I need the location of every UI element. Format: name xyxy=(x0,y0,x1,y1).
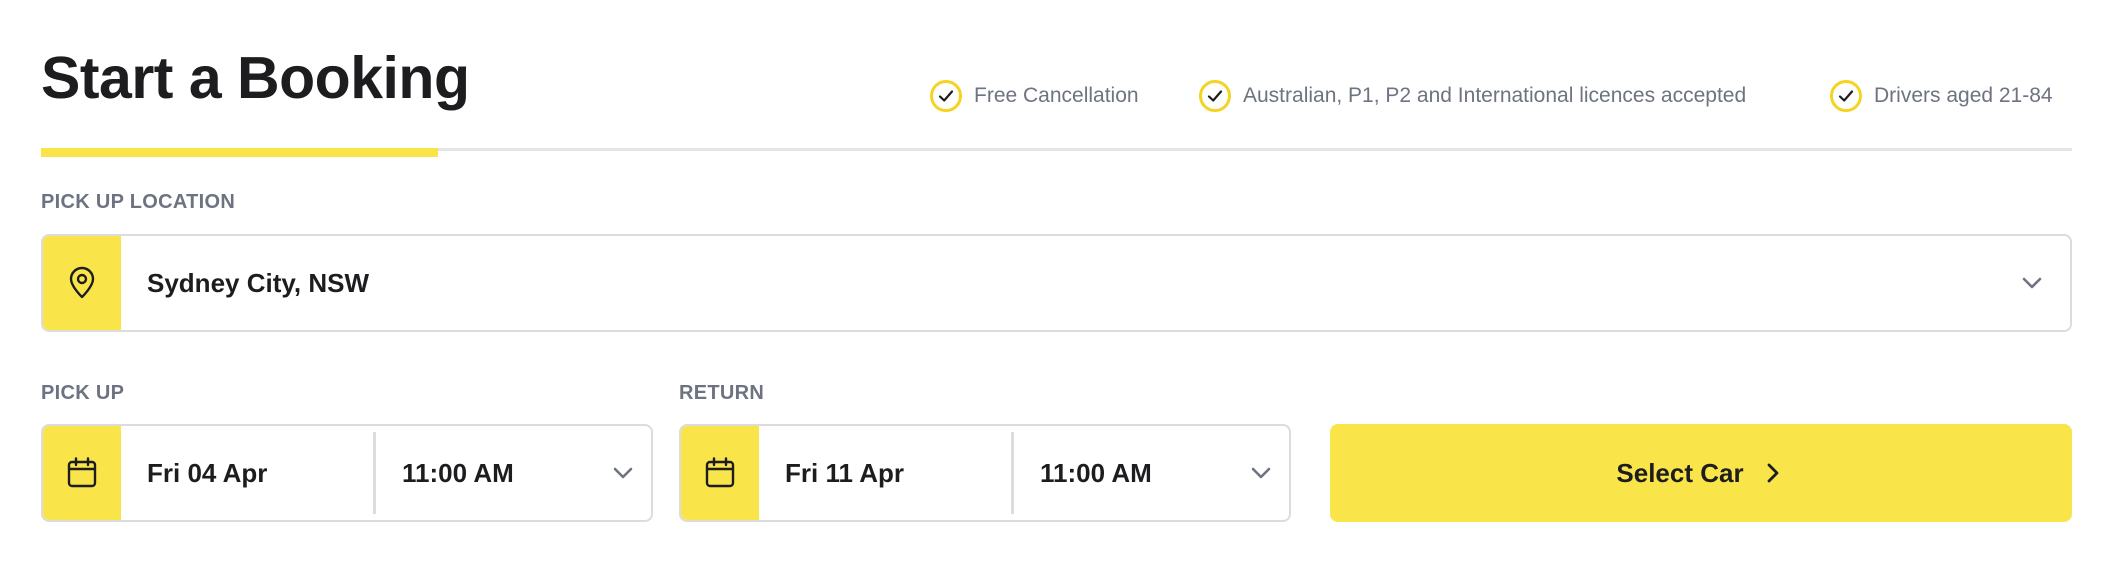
check-icon xyxy=(1199,80,1231,112)
check-icon xyxy=(1830,80,1862,112)
chevron-down-icon[interactable] xyxy=(1994,236,2070,330)
calendar-icon xyxy=(681,426,759,520)
chevron-down-icon[interactable] xyxy=(595,426,651,520)
feature-label: Drivers aged 21-84 xyxy=(1874,84,2053,107)
pickup-location-label: PICK UP LOCATION xyxy=(41,191,236,213)
pickup-location-value: Sydney City, NSW xyxy=(147,267,370,298)
chevron-down-icon[interactable] xyxy=(1233,426,1289,520)
check-icon xyxy=(930,80,962,112)
pickup-label: PICK UP xyxy=(41,382,125,404)
page-title: Start a Booking xyxy=(41,45,470,111)
pickup-date-input[interactable]: Fri 04 Apr xyxy=(121,426,373,520)
return-datetime-field: Fri 11 Apr 11:00 AM xyxy=(679,424,1291,522)
return-date-input[interactable]: Fri 11 Apr xyxy=(759,426,1011,520)
return-label: RETURN xyxy=(679,382,765,404)
feature-free-cancellation: Free Cancellation xyxy=(930,76,1139,116)
title-accent-underline xyxy=(41,148,438,157)
calendar-icon xyxy=(43,426,121,520)
return-time-select[interactable]: 11:00 AM xyxy=(1014,426,1233,520)
pickup-datetime-field: Fri 04 Apr 11:00 AM xyxy=(41,424,653,522)
feature-drivers-age: Drivers aged 21-84 xyxy=(1830,76,2053,116)
feature-licences: Australian, P1, P2 and International lic… xyxy=(1199,76,1746,116)
feature-label: Australian, P1, P2 and International lic… xyxy=(1243,84,1747,107)
pickup-location-select[interactable]: Sydney City, NSW xyxy=(41,234,2072,332)
chevron-right-icon xyxy=(1767,463,1778,483)
pickup-time-select[interactable]: 11:00 AM xyxy=(376,426,595,520)
map-pin-icon xyxy=(43,236,121,330)
select-car-button[interactable]: Select Car xyxy=(1330,424,2072,522)
feature-label: Free Cancellation xyxy=(974,84,1139,107)
select-car-label: Select Car xyxy=(1616,457,1744,488)
